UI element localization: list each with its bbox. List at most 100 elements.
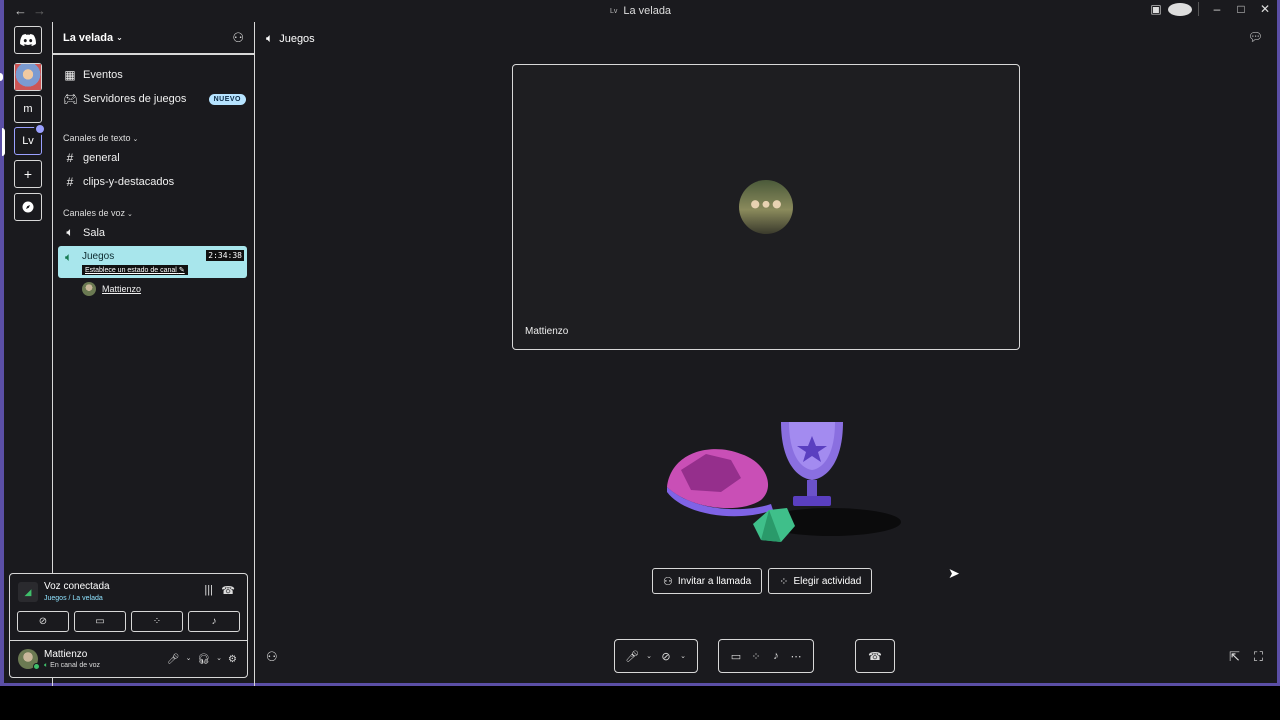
microphone-icon[interactable]: 🎤︎ [625, 650, 639, 663]
window-title-text: La velada [623, 5, 672, 17]
set-channel-status-link[interactable]: Establece un estado de canal ✎ [82, 265, 188, 275]
channel-status-label: Establece un estado de canal [85, 267, 177, 274]
channel-label: Juegos [82, 251, 115, 262]
disconnect-icon[interactable]: ☎ [221, 584, 235, 597]
headphones-icon[interactable]: 🎧︎ [197, 654, 210, 665]
text-channels-category[interactable]: Canales de texto ⌄ [63, 133, 138, 143]
chevron-down-icon[interactable]: ⌄ [186, 654, 192, 665]
call-actions: ⚇ Invitar a llamada ⁘ Elegir actividad [652, 568, 873, 594]
sidebar-item-label: Servidores de juegos [83, 93, 187, 105]
participant-tile[interactable]: Mattienzo [512, 64, 1020, 350]
activities-icon[interactable]: ⁘ [749, 650, 763, 663]
soundboard-icon: ♪ [211, 616, 217, 627]
add-server-button[interactable]: + [14, 160, 42, 188]
sidebar-item-eventos[interactable]: ▦ Eventos [63, 68, 246, 82]
voice-connected-title: Voz conectada [44, 581, 110, 592]
title-bar-divider [1198, 2, 1199, 16]
minimize-icon[interactable]: – [1205, 2, 1229, 16]
gamepad-icon: 🎮︎ [63, 92, 79, 106]
activities-button[interactable]: ⁘ [131, 611, 183, 632]
sidebar-item-label: Eventos [83, 69, 123, 81]
soundboard-icon[interactable]: ♪ [769, 650, 783, 662]
connection-signal-icon[interactable]: ◢ [18, 582, 38, 602]
server-icon-small: Lv [609, 7, 618, 15]
chevron-down-icon: ⌄ [132, 136, 139, 143]
voice-connected-panel: ◢ Voz conectada Juegos / La velada ||| ☎… [9, 573, 248, 678]
channel-header: 🔈︎ Juegos [266, 31, 315, 46]
maximize-icon[interactable]: □ [1229, 2, 1253, 16]
mouse-cursor-icon: ➤ [948, 565, 960, 581]
voice-channel-sala[interactable]: 🔈︎ Sala [63, 225, 246, 240]
online-status-dot [33, 663, 40, 670]
add-user-icon: ⚇ [663, 575, 673, 588]
call-timer: 2:34:38 [206, 250, 244, 261]
chevron-down-icon[interactable]: ⌄ [679, 652, 687, 660]
help-button[interactable]: ? [1168, 2, 1192, 16]
camera-off-icon[interactable]: ⊘ [659, 650, 673, 663]
hash-icon: # [66, 151, 74, 165]
microphone-icon[interactable]: 🎤︎ [167, 654, 180, 665]
category-label: Canales de texto [63, 133, 131, 143]
channel-title: Juegos [279, 32, 315, 45]
add-member-icon[interactable]: ⚇ [232, 30, 244, 46]
server-header[interactable]: La velada ⌄ ⚇ [53, 22, 254, 55]
title-bar-actions: ▣ ? – □ ✕ [1144, 2, 1277, 16]
server-avatar-image [15, 64, 41, 90]
new-badge: NUEVO [208, 93, 246, 105]
voice-channel-juegos[interactable]: 🔈︎ Juegos 2:34:38 Establece un estado de… [58, 246, 247, 278]
chevron-down-icon[interactable]: ⌄ [645, 652, 653, 660]
chat-bubble-icon[interactable]: 💬︎ [1248, 30, 1263, 44]
home-button[interactable] [14, 26, 42, 54]
server-la-velada-label: Lv [22, 135, 34, 147]
choose-activity-button[interactable]: ⁘ Elegir actividad [768, 568, 873, 594]
voice-panel-actions: ⊘ ▭ ⁘ ♪ [17, 611, 240, 632]
button-label: Invitar a llamada [677, 575, 752, 587]
voice-channels-category[interactable]: Canales de voz ⌄ [63, 208, 133, 218]
voice-connected-location[interactable]: Juegos / La velada [44, 595, 103, 602]
pop-out-icon[interactable]: ⇱ [1229, 649, 1240, 665]
screen-share-icon: ▭ [95, 616, 105, 627]
pencil-icon: ✎ [178, 267, 185, 274]
server-la-velada[interactable]: Lv [2, 123, 46, 156]
inbox-icon[interactable]: ▣ [1144, 2, 1168, 16]
user-status-label: En canal de voz [50, 662, 100, 669]
invite-user-icon[interactable]: ⚇ [266, 649, 278, 665]
title-bar: ←→ Lv La velada ▣ ? – □ ✕ [4, 0, 1277, 22]
more-options-icon[interactable]: ⋯ [789, 650, 803, 663]
noise-suppression-icon[interactable]: ||| [204, 584, 213, 596]
voice-active-badge [34, 123, 46, 135]
activities-icon: ⁘ [152, 616, 162, 627]
chevron-down-icon[interactable]: ⌄ [216, 654, 222, 665]
discord-window: ←→ Lv La velada ▣ ? – □ ✕ m Lv + La vela… [0, 0, 1280, 686]
hash-icon: # [66, 175, 74, 189]
server-name: La velada [63, 31, 114, 44]
participant-name: Mattienzo [525, 326, 569, 337]
voice-member[interactable]: Mattienzo [82, 282, 141, 296]
server-m[interactable]: m [14, 95, 42, 123]
channel-clips-y-destacados[interactable]: # clips-y-destacados [63, 175, 246, 189]
discover-button[interactable] [14, 193, 42, 221]
user-name: Mattienzo [44, 649, 88, 660]
soundboard-button[interactable]: ♪ [188, 611, 240, 632]
speaker-icon: 🔈︎ [66, 225, 74, 239]
invite-to-call-button[interactable]: ⚇ Invitar a llamada [652, 568, 763, 594]
user-status: 🔈︎ En canal de voz [44, 662, 100, 670]
plus-icon: + [23, 166, 33, 182]
channel-general[interactable]: # general [63, 151, 246, 165]
close-icon[interactable]: ✕ [1253, 2, 1277, 16]
sidebar-item-servidores-de-juegos[interactable]: 🎮︎ Servidores de juegos NUEVO [63, 92, 246, 106]
camera-off-button[interactable]: ⊘ [17, 611, 69, 632]
screen-share-button[interactable]: ▭ [74, 611, 126, 632]
user-controls: 🎤︎ ⌄ 🎧︎ ⌄ ⚙ [167, 654, 237, 665]
screen-share-icon[interactable]: ▭ [729, 650, 743, 663]
view-controls: ⇱ ⛶ [1229, 649, 1263, 665]
gear-icon[interactable]: ⚙ [228, 654, 237, 665]
activities-icon: ⁘ [779, 575, 789, 588]
server-avatar[interactable] [14, 63, 42, 91]
disconnect-button[interactable]: ☎ [855, 639, 895, 673]
member-name: Mattienzo [102, 284, 142, 294]
divider [10, 640, 247, 641]
chevron-down-icon: ⌄ [116, 33, 123, 42]
fullscreen-icon[interactable]: ⛶ [1254, 649, 1263, 665]
camera-off-icon: ⊘ [38, 616, 48, 627]
